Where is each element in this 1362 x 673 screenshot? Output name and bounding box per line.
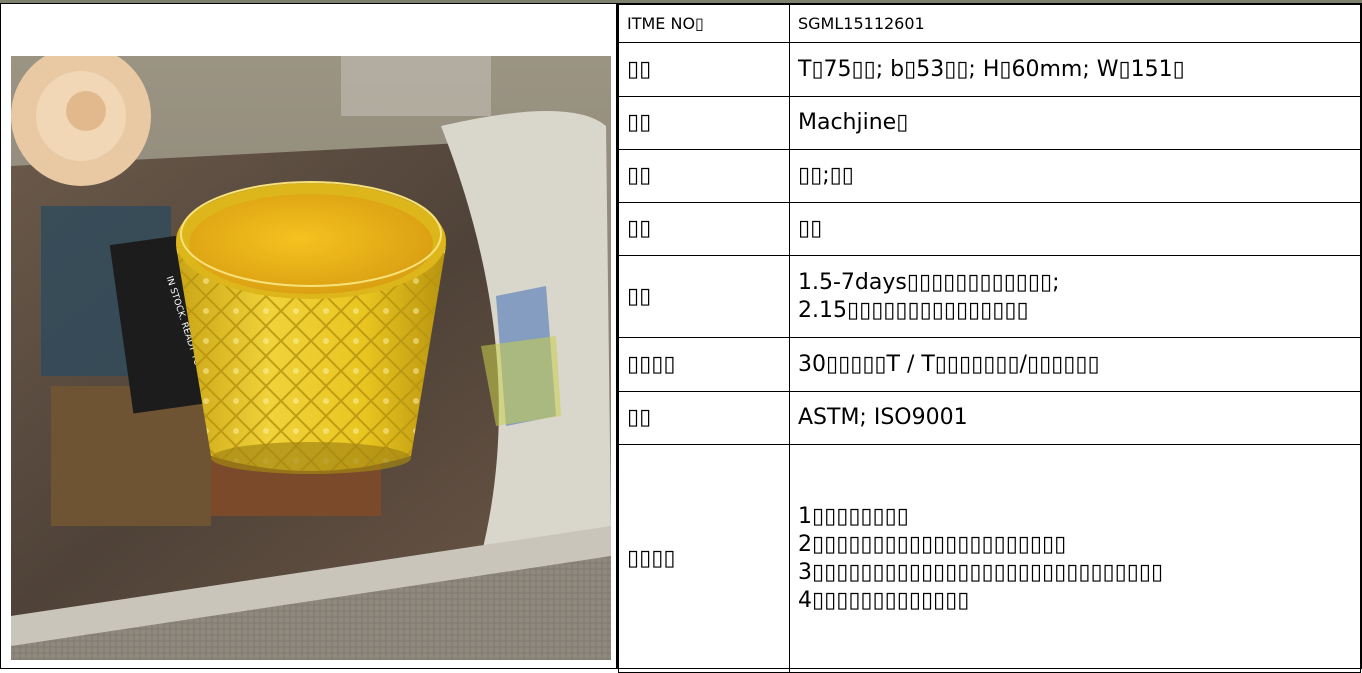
table-row: ▯▯ Machjine▯ [618, 96, 1361, 150]
spec-label: ▯▯▯▯ [618, 444, 790, 673]
table-row: ▯▯ ▯▯;▯▯ [618, 149, 1361, 203]
spec-value: ASTM; ISO9001 [789, 391, 1361, 445]
spec-label: ▯▯ [618, 255, 790, 338]
product-spec-sheet: IN STOCK. READY TO SHIP. ITME NO▯ SGML15… [0, 3, 1362, 673]
table-row: ▯▯ ASTM; ISO9001 [618, 391, 1361, 445]
product-photo-cell: IN STOCK. READY TO SHIP. [1, 4, 618, 668]
table-row: ▯▯ T▯75▯▯; b▯53▯▯; H▯60mm; W▯151▯ [618, 42, 1361, 97]
spec-value: ▯▯ [789, 202, 1361, 256]
spec-value: 1▯▯▯▯▯▯▯▯ 2▯▯▯▯▯▯▯▯▯▯▯▯▯▯▯▯▯▯▯▯▯ 3▯▯▯▯▯▯… [789, 444, 1361, 673]
spec-value: 30▯▯▯▯▯T / T▯▯▯▯▯▯▯/▯▯▯▯▯▯ [789, 337, 1361, 392]
table-row: ▯▯ 1.5-7days▯▯▯▯▯▯▯▯▯▯▯▯; 2.15▯▯▯▯▯▯▯▯▯▯… [618, 255, 1361, 338]
spec-value: 1.5-7days▯▯▯▯▯▯▯▯▯▯▯▯; 2.15▯▯▯▯▯▯▯▯▯▯▯▯▯… [789, 255, 1361, 338]
spec-table: ITME NO▯ SGML15112601 ▯▯ T▯75▯▯; b▯53▯▯;… [618, 4, 1361, 673]
spec-label: ▯▯ [618, 391, 790, 445]
spec-label: ▯▯▯▯ [618, 337, 790, 392]
spec-label: ITME NO▯ [618, 4, 790, 43]
spec-value: SGML15112601 [789, 4, 1361, 43]
spec-label: ▯▯ [618, 149, 790, 203]
spec-value: Machjine▯ [789, 96, 1361, 150]
spec-label: ▯▯ [618, 42, 790, 97]
spec-value: T▯75▯▯; b▯53▯▯; H▯60mm; W▯151▯ [789, 42, 1361, 97]
spec-label: ▯▯ [618, 202, 790, 256]
table-row: ITME NO▯ SGML15112601 [618, 4, 1361, 43]
product-photo: IN STOCK. READY TO SHIP. [11, 56, 611, 660]
spec-value: ▯▯;▯▯ [789, 149, 1361, 203]
table-row: ▯▯▯▯ 1▯▯▯▯▯▯▯▯ 2▯▯▯▯▯▯▯▯▯▯▯▯▯▯▯▯▯▯▯▯▯ 3▯… [618, 444, 1361, 673]
spec-label: ▯▯ [618, 96, 790, 150]
table-row: ▯▯▯▯ 30▯▯▯▯▯T / T▯▯▯▯▯▯▯/▯▯▯▯▯▯ [618, 337, 1361, 392]
table-row: ▯▯ ▯▯ [618, 202, 1361, 256]
